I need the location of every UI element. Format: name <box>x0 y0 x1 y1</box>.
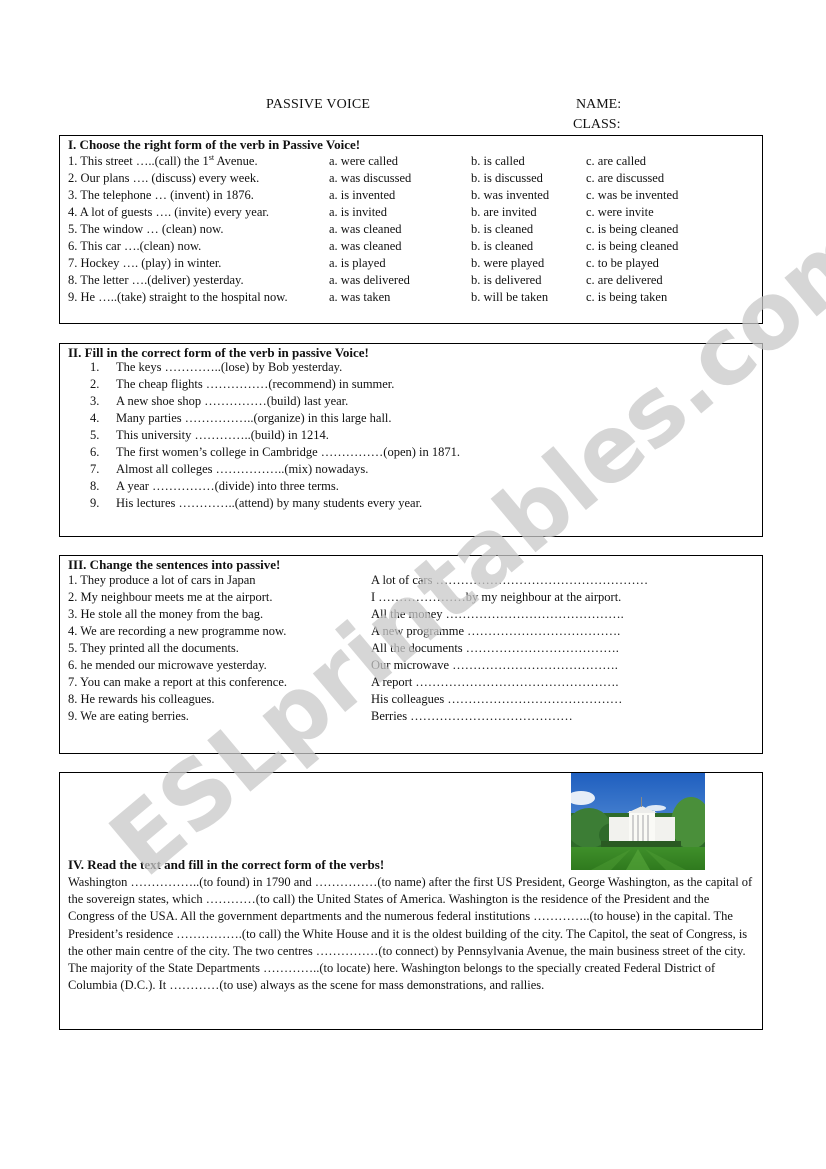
active-sentence: 2. My neighbour meets me at the airport. <box>68 590 273 604</box>
option-a[interactable]: a. is invented <box>329 187 395 204</box>
item-number: 3. <box>90 394 100 408</box>
reading-paragraph: Washington ……………..(to found) in 1790 and… <box>68 875 753 993</box>
passive-answer-line[interactable]: A lot of cars …………………………………………… <box>371 572 648 589</box>
question-text: 8. The letter ….(deliver) yesterday. <box>68 272 244 289</box>
question-stem: 3. The telephone … (invent) in 1876. <box>68 188 254 202</box>
option-a[interactable]: a. was taken <box>329 289 390 306</box>
fill-in-sentence[interactable]: Many parties ……………..(organize) in this l… <box>116 410 392 427</box>
question-stem: 4. A lot of guests …. (invite) every yea… <box>68 205 270 219</box>
passive-answer-line[interactable]: His colleagues …………………………………… <box>371 691 622 708</box>
passive-answer-line[interactable]: A new programme ………………………………. <box>371 623 620 640</box>
option-b[interactable]: b. was invented <box>471 187 549 204</box>
question-stem: 9. He …..(take) straight to the hospital… <box>68 290 288 304</box>
option-a[interactable]: a. is played <box>329 255 386 272</box>
question-stem-end: Avenue. <box>214 154 258 168</box>
option-c[interactable]: c. is being cleaned <box>586 238 678 255</box>
item-number: 4. <box>90 411 100 425</box>
active-sentence: 6. he mended our microwave yesterday. <box>68 658 267 672</box>
question-text: 3. The telephone … (invent) in 1876. <box>68 187 254 204</box>
question-stem: 1. This street …..(call) the 1 <box>68 154 209 168</box>
section-3-title: III. Change the sentences into passive! <box>68 557 281 572</box>
fill-in-sentence[interactable]: The first women’s college in Cambridge …… <box>116 444 460 461</box>
question-text: 7. Hockey …. (play) in winter. <box>68 255 221 272</box>
white-house-image <box>571 773 705 870</box>
option-c[interactable]: c. were invite <box>586 204 654 221</box>
passive-answer-line[interactable]: Berries ………………………………… <box>371 708 573 725</box>
option-c[interactable]: c. are called <box>586 153 646 170</box>
option-b[interactable]: b. is cleaned <box>471 221 533 238</box>
name-label: NAME: <box>576 97 622 112</box>
fill-in-sentence[interactable]: A year ……………(divide) into three terms. <box>116 478 339 495</box>
passive-answer-line[interactable]: All the money ……………………………………. <box>371 606 624 623</box>
item-number: 9. <box>90 496 100 510</box>
section-2-box: II. Fill in the correct form of the verb… <box>59 343 763 537</box>
passive-answer-line[interactable]: I …………………by my neighbour at the airport. <box>371 589 621 606</box>
question-text: 4. A lot of guests …. (invite) every yea… <box>68 204 269 221</box>
section-1-title: I. Choose the right form of the verb in … <box>68 137 361 152</box>
active-sentence: 1. They produce a lot of cars in Japan <box>68 573 256 587</box>
question-text: 1. This street …..(call) the 1st Avenue. <box>68 153 258 170</box>
item-number: 2. <box>90 377 100 391</box>
option-b[interactable]: b. is delivered <box>471 272 541 289</box>
item-number: 5. <box>90 428 100 442</box>
fill-in-sentence[interactable]: His lectures …………..(attend) by many stud… <box>116 495 422 512</box>
option-c[interactable]: c. to be played <box>586 255 659 272</box>
question-text: 5. The window … (clean) now. <box>68 221 224 238</box>
item-number: 1. <box>90 360 100 374</box>
active-sentence: 5. They printed all the documents. <box>68 641 239 655</box>
class-label: CLASS: <box>573 117 621 132</box>
white-house-photo <box>571 773 705 870</box>
option-c[interactable]: c. is being cleaned <box>586 221 678 238</box>
question-stem: 8. The letter ….(deliver) yesterday. <box>68 273 244 287</box>
question-stem: 5. The window … (clean) now. <box>68 222 224 236</box>
worksheet-page: PASSIVE VOICE NAME: CLASS: I. Choose the… <box>0 0 826 1169</box>
question-text: 2. Our plans …. (discuss) every week. <box>68 170 259 187</box>
option-c[interactable]: c. is being taken <box>586 289 667 306</box>
option-a[interactable]: a. is invited <box>329 204 387 221</box>
fill-in-sentence[interactable]: The cheap flights ……………(recommend) in su… <box>116 376 394 393</box>
option-b[interactable]: b. is cleaned <box>471 238 533 255</box>
item-number: 7. <box>90 462 100 476</box>
active-sentence: 8. He rewards his colleagues. <box>68 692 215 706</box>
worksheet-title: PASSIVE VOICE <box>266 97 371 112</box>
option-c[interactable]: c. are delivered <box>586 272 663 289</box>
active-sentence: 7. You can make a report at this confere… <box>68 675 288 689</box>
section-3-box: III. Change the sentences into passive! … <box>59 555 763 754</box>
active-sentence: 3. He stole all the money from the bag. <box>68 607 264 621</box>
option-a[interactable]: a. was cleaned <box>329 238 402 255</box>
item-number: 6. <box>90 445 100 459</box>
passive-answer-line[interactable]: All the documents ………………………………. <box>371 640 619 657</box>
option-c[interactable]: c. was be invented <box>586 187 678 204</box>
item-number: 8. <box>90 479 100 493</box>
fill-in-sentence[interactable]: The keys …………..(lose) by Bob yesterday. <box>116 359 342 376</box>
active-sentence: 9. We are eating berries. <box>68 709 189 723</box>
section-1-box: I. Choose the right form of the verb in … <box>59 135 763 324</box>
option-a[interactable]: a. was cleaned <box>329 221 402 238</box>
option-b[interactable]: b. will be taken <box>471 289 548 306</box>
question-stem: 6. This car ….(clean) now. <box>68 239 202 253</box>
question-text: 6. This car ….(clean) now. <box>68 238 201 255</box>
fill-in-sentence[interactable]: A new shoe shop ……………(build) last year. <box>116 393 348 410</box>
option-b[interactable]: b. is called <box>471 153 525 170</box>
fill-in-sentence[interactable]: This university …………..(build) in 1214. <box>116 427 329 444</box>
section-4-title: IV. Read the text and fill in the correc… <box>68 857 385 872</box>
passive-answer-line[interactable]: A report …………………………………………. <box>371 674 619 691</box>
option-b[interactable]: b. are invited <box>471 204 537 221</box>
option-a[interactable]: a. was discussed <box>329 170 411 187</box>
question-stem: 2. Our plans …. (discuss) every week. <box>68 171 260 185</box>
active-sentence: 4. We are recording a new programme now. <box>68 624 287 638</box>
option-a[interactable]: a. was delivered <box>329 272 410 289</box>
option-c[interactable]: c. are discussed <box>586 170 664 187</box>
fill-in-sentence[interactable]: Almost all colleges ……………..(mix) nowaday… <box>116 461 368 478</box>
option-b[interactable]: b. were played <box>471 255 544 272</box>
option-a[interactable]: a. were called <box>329 153 398 170</box>
option-b[interactable]: b. is discussed <box>471 170 543 187</box>
section-4-box: IV. Read the text and fill in the correc… <box>59 772 763 1030</box>
question-text: 9. He …..(take) straight to the hospital… <box>68 289 288 306</box>
question-stem: 7. Hockey …. (play) in winter. <box>68 256 222 270</box>
passive-answer-line[interactable]: Our microwave …………………………………. <box>371 657 618 674</box>
